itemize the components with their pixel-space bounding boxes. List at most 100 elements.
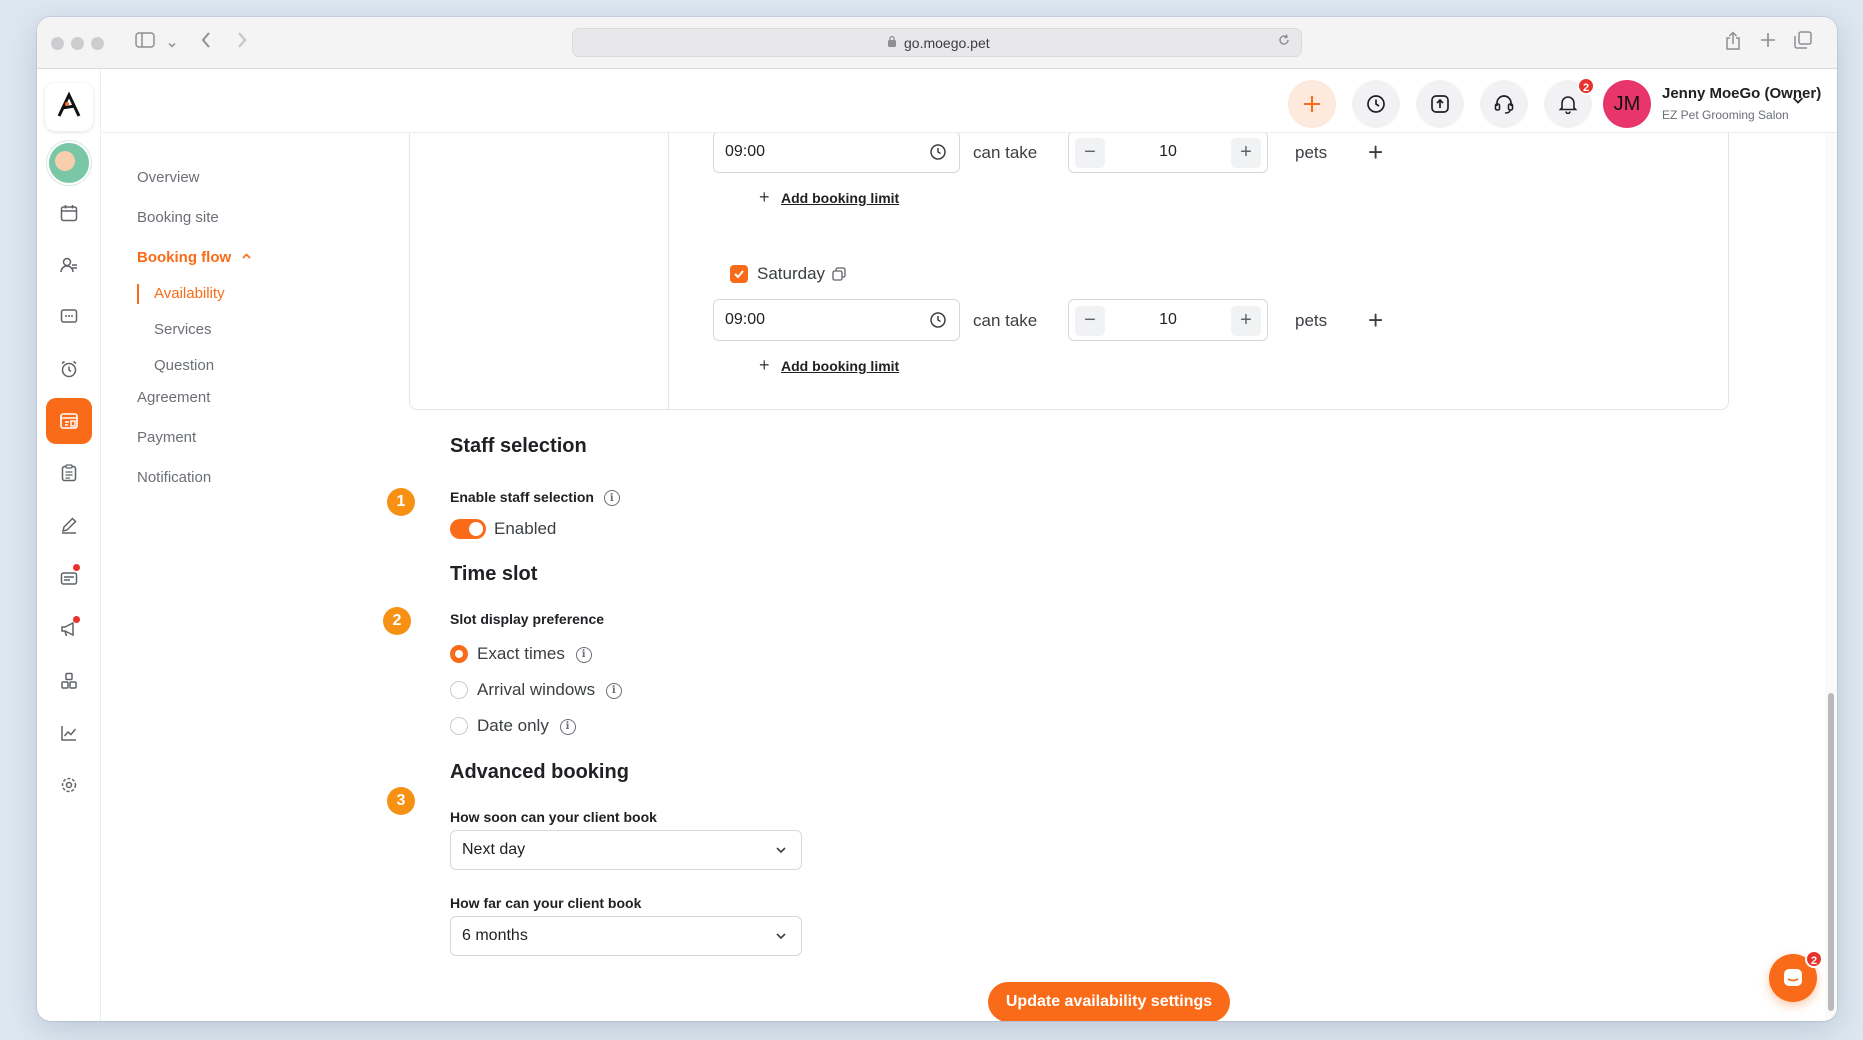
reports-chart-icon[interactable] xyxy=(46,710,92,756)
upload-icon xyxy=(1431,95,1449,113)
time-value: 09:00 xyxy=(725,143,766,160)
subnav-services[interactable]: Services xyxy=(154,321,212,338)
alarm-clock-icon[interactable] xyxy=(46,346,92,392)
clipboard-icon[interactable] xyxy=(46,450,92,496)
slot-display-preference-label: Slot display preference xyxy=(450,611,605,627)
tab-overview-icon[interactable] xyxy=(1794,31,1812,56)
subnav-booking-flow[interactable]: Booking flow xyxy=(137,249,252,266)
share-icon[interactable] xyxy=(1725,31,1741,58)
saturday-checkbox[interactable] xyxy=(730,265,748,283)
plus-icon xyxy=(1304,96,1320,112)
pets-label: pets xyxy=(1295,143,1328,162)
url-text: go.moego.pet xyxy=(904,35,990,51)
address-bar[interactable]: go.moego.pet xyxy=(572,28,1302,57)
clients-icon[interactable] xyxy=(46,242,92,288)
chat-launcher-button[interactable]: 2 xyxy=(1769,950,1823,1002)
megaphone-icon[interactable] xyxy=(46,606,92,652)
subnav-payment[interactable]: Payment xyxy=(137,429,196,446)
pencil-icon[interactable] xyxy=(46,502,92,548)
salon-avatar[interactable] xyxy=(47,141,91,185)
subnav-booking-site[interactable]: Booking site xyxy=(137,209,219,226)
increment-button[interactable]: + xyxy=(1231,306,1261,336)
saturday-time-input[interactable]: 09:00 xyxy=(713,299,960,341)
arrival-windows-label[interactable]: Arrival windows i xyxy=(477,680,622,700)
how-soon-select[interactable]: Next day xyxy=(450,830,802,870)
working-hours-card xyxy=(409,133,1729,410)
subnav-availability[interactable]: Availability xyxy=(154,285,225,302)
chevron-up-icon xyxy=(242,253,251,259)
zoom-window-button[interactable] xyxy=(91,37,104,50)
radio-date-only[interactable] xyxy=(450,717,468,735)
account-chevron-down-icon[interactable] xyxy=(1791,93,1805,107)
subnav-overview[interactable]: Overview xyxy=(137,169,200,186)
info-icon[interactable]: i xyxy=(575,646,592,663)
arrival-windows-text: Arrival windows xyxy=(477,680,596,699)
moego-logo[interactable] xyxy=(45,83,93,131)
toggle-state-label: Enabled xyxy=(494,519,557,538)
add-time-plus-icon[interactable]: + xyxy=(1368,139,1383,165)
info-icon[interactable]: i xyxy=(605,682,622,699)
new-tab-icon[interactable] xyxy=(1760,31,1776,55)
active-indicator xyxy=(137,284,139,304)
page-scrollbar[interactable] xyxy=(1825,133,1837,1021)
notifications-button[interactable]: 2 xyxy=(1544,77,1595,128)
availability-content: 09:00 can take − 10 + pets + + Add booki… xyxy=(341,133,1837,1021)
step-badge-1: 1 xyxy=(387,488,415,516)
radio-exact-times[interactable] xyxy=(450,645,468,663)
exact-times-label[interactable]: Exact times i xyxy=(477,644,592,664)
back-icon[interactable] xyxy=(200,31,212,56)
staff-selection-toggle[interactable] xyxy=(450,519,486,539)
how-far-select[interactable]: 6 months xyxy=(450,916,802,956)
retail-icon[interactable] xyxy=(46,554,92,600)
sidebar-toggle-icon[interactable] xyxy=(135,31,155,56)
info-icon[interactable]: i xyxy=(603,490,620,507)
how-far-label: How far can your client book xyxy=(450,895,642,911)
increment-button[interactable]: + xyxy=(1231,138,1261,168)
cubes-icon[interactable] xyxy=(46,658,92,704)
settings-subnav: Overview Booking site Booking flow Avail… xyxy=(101,133,341,1021)
staff-selection-title: Staff selection xyxy=(450,435,587,457)
add-limit-plus-icon[interactable]: + xyxy=(759,355,770,376)
clock-button[interactable] xyxy=(1352,80,1400,128)
pet-count-stepper[interactable]: − 10 + xyxy=(1068,133,1268,173)
app-icon-sidebar xyxy=(37,69,101,1021)
add-limit-plus-icon[interactable]: + xyxy=(759,187,770,208)
radio-arrival-windows[interactable] xyxy=(450,681,468,699)
browser-window: go.moego.pet 2 JM Jenny MoeGo (Owner) EZ… xyxy=(37,17,1837,1021)
minimize-window-button[interactable] xyxy=(71,37,84,50)
time-input[interactable]: 09:00 xyxy=(713,133,960,173)
how-soon-label: How soon can your client book xyxy=(450,809,657,825)
check-icon xyxy=(734,270,744,279)
settings-gear-icon[interactable] xyxy=(46,762,92,808)
lock-icon xyxy=(888,35,896,47)
upload-button[interactable] xyxy=(1416,80,1464,128)
support-button[interactable] xyxy=(1480,80,1528,128)
chevron-down-icon[interactable] xyxy=(167,33,177,57)
calendar-icon[interactable] xyxy=(46,190,92,236)
chat-badge: 2 xyxy=(1805,950,1823,968)
subnav-notification[interactable]: Notification xyxy=(137,469,211,486)
online-booking-icon[interactable] xyxy=(46,398,92,444)
saturday-pet-count-stepper[interactable]: − 10 + xyxy=(1068,299,1268,341)
info-icon[interactable]: i xyxy=(559,718,576,735)
add-booking-limit-link[interactable]: Add booking limit xyxy=(781,358,899,374)
subnav-question[interactable]: Question xyxy=(154,357,214,374)
add-time-plus-icon[interactable]: + xyxy=(1368,307,1383,333)
close-window-button[interactable] xyxy=(51,37,64,50)
notification-badge: 2 xyxy=(1577,77,1595,95)
update-availability-button[interactable]: Update availability settings xyxy=(988,982,1230,1021)
user-avatar[interactable]: JM xyxy=(1603,80,1651,128)
retail-alert-dot xyxy=(73,564,80,571)
reload-icon[interactable] xyxy=(1277,33,1291,51)
clock-icon xyxy=(930,312,946,328)
add-booking-limit-link[interactable]: Add booking limit xyxy=(781,190,899,206)
chat-icon xyxy=(1784,969,1802,986)
date-only-label[interactable]: Date only i xyxy=(477,716,576,736)
subnav-agreement[interactable]: Agreement xyxy=(137,389,210,406)
forward-icon[interactable] xyxy=(236,31,248,56)
scrollbar-thumb[interactable] xyxy=(1828,693,1834,1011)
quick-add-button[interactable] xyxy=(1288,80,1336,128)
copy-icon[interactable] xyxy=(832,267,846,281)
can-take-label: can take xyxy=(973,311,1038,330)
messages-icon[interactable] xyxy=(46,294,92,340)
